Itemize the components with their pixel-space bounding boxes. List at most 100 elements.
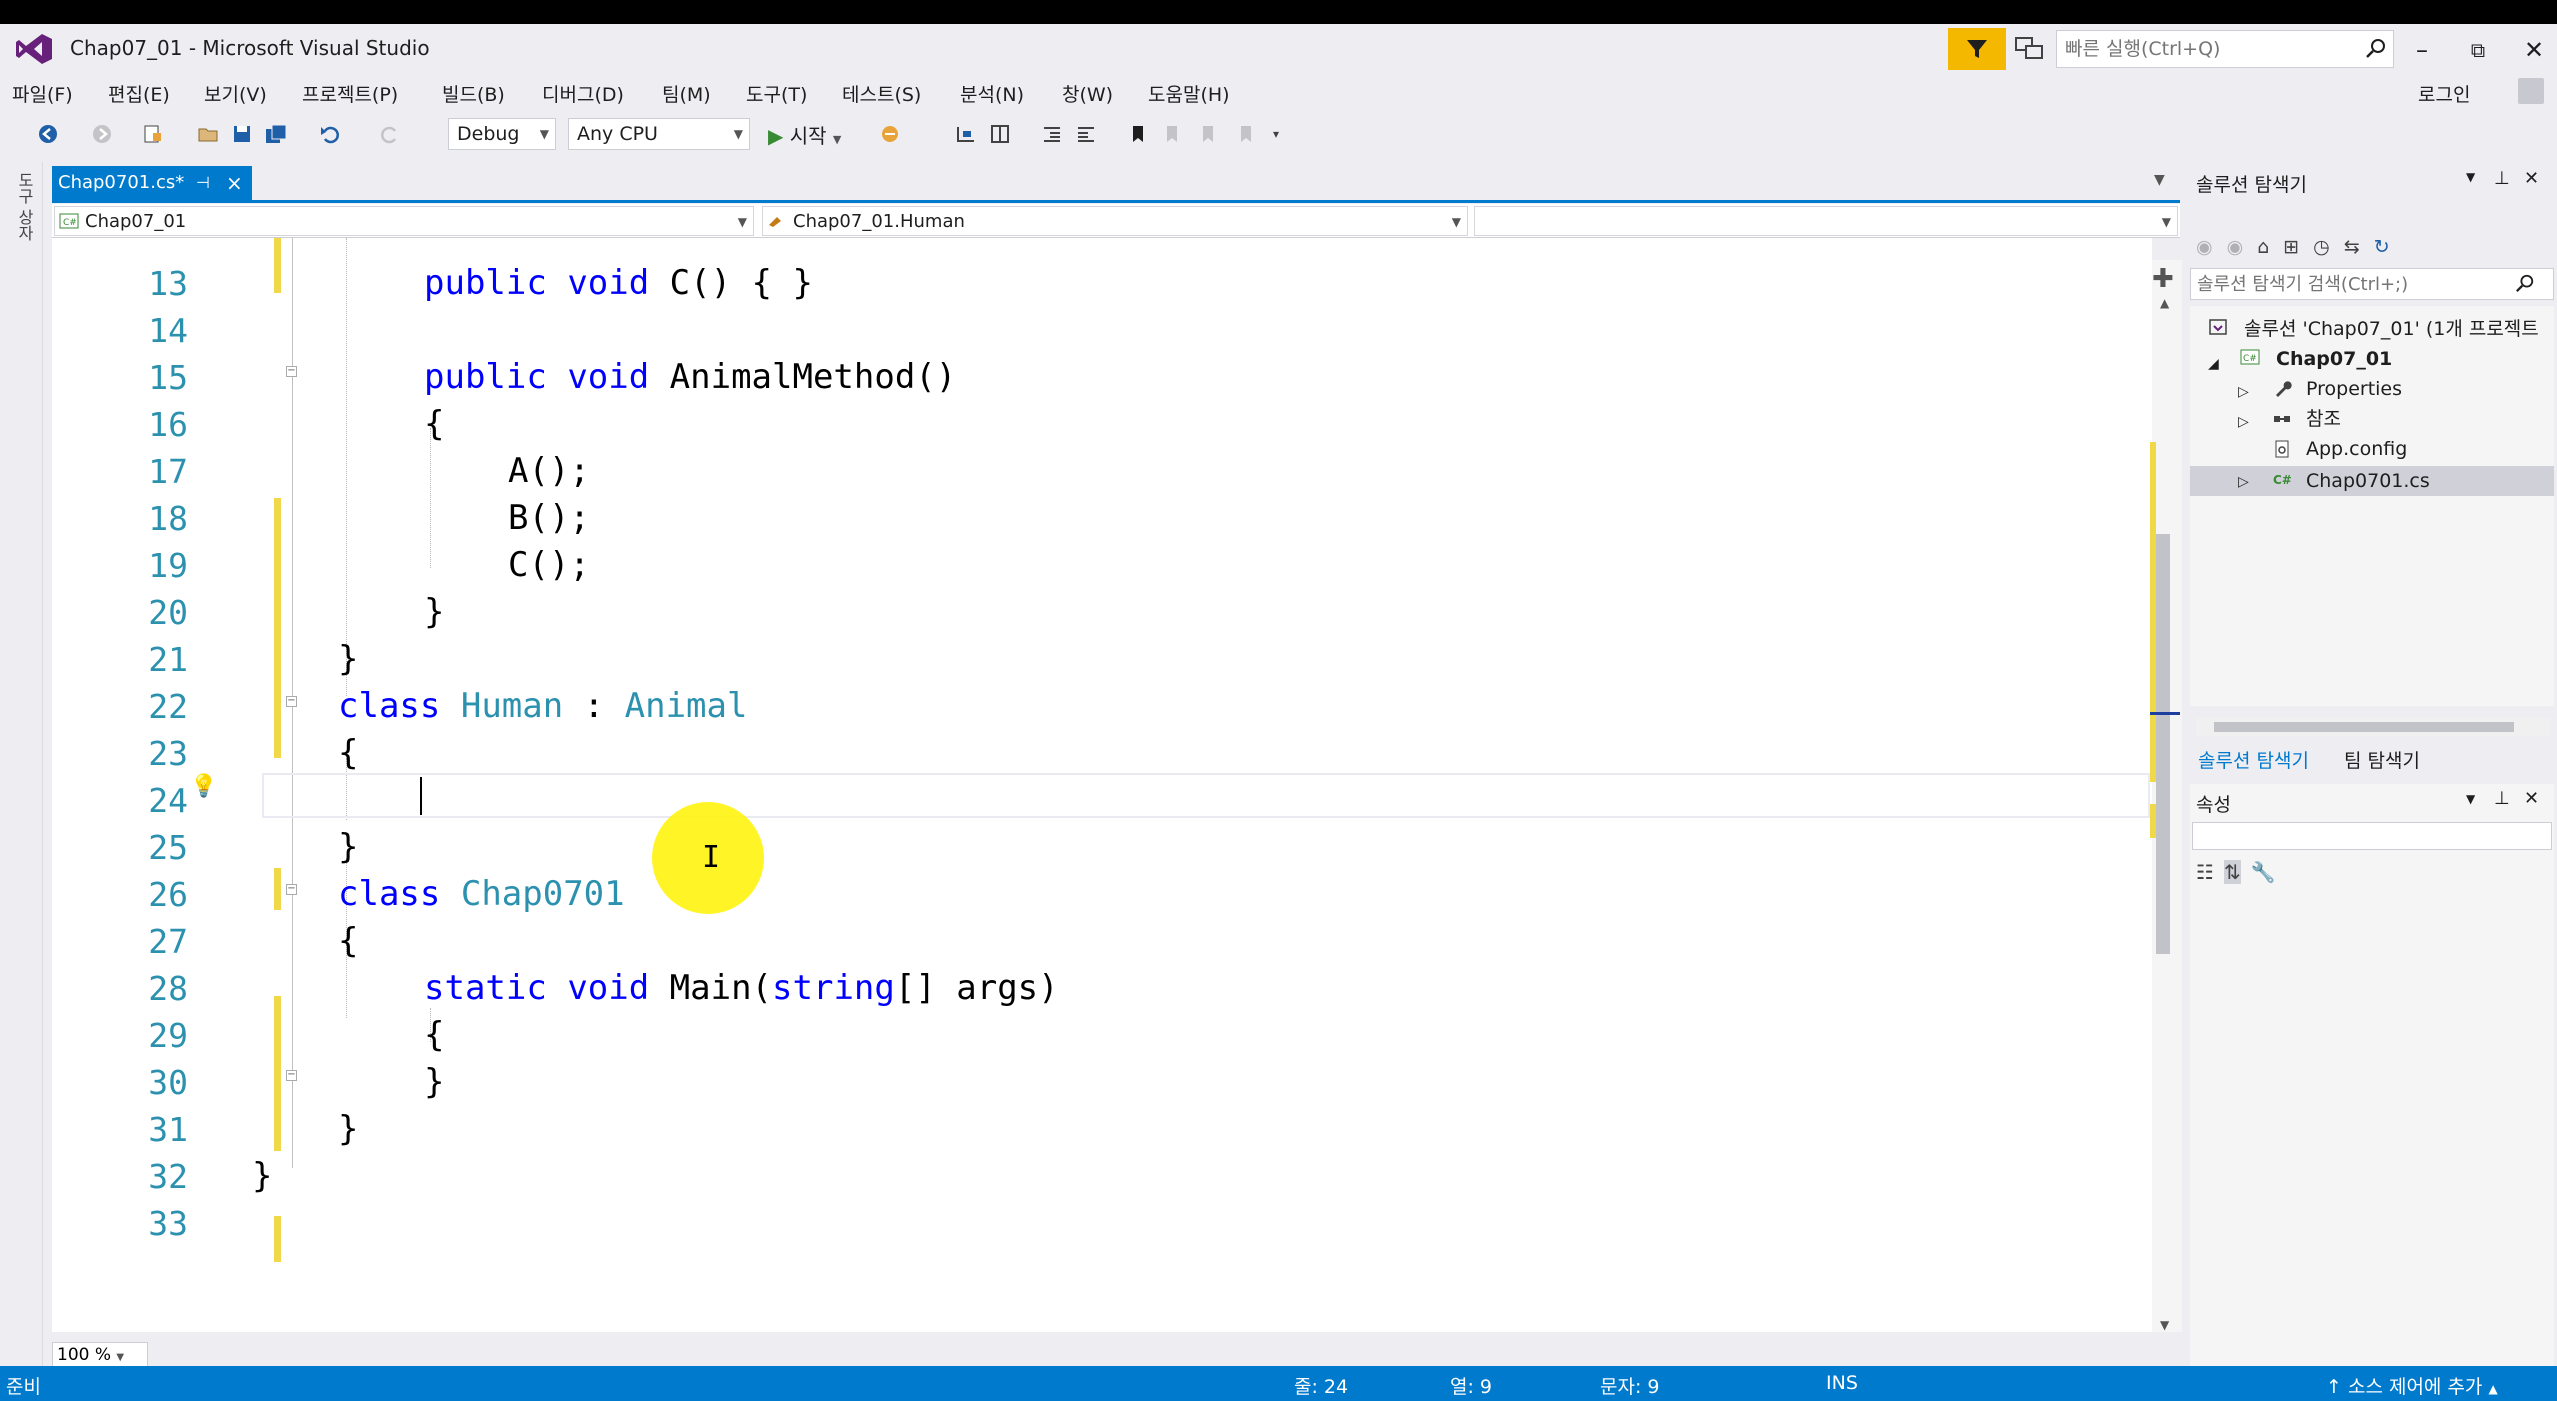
- lightbulb-icon[interactable]: 💡: [190, 774, 217, 799]
- pending-changes-icon[interactable]: ◷: [2313, 236, 2330, 258]
- menu-file[interactable]: 파일(F): [12, 80, 73, 107]
- toolbar-options-icon[interactable]: ▾: [1262, 120, 1290, 148]
- code-line: public void C() { }: [424, 263, 813, 303]
- open-file-icon[interactable]: [194, 120, 222, 148]
- close-panel-icon[interactable]: ✕: [2524, 788, 2539, 809]
- minimize-button[interactable]: –: [2402, 32, 2442, 68]
- solution-search-input[interactable]: [2191, 269, 2499, 299]
- step-icon[interactable]: [952, 120, 980, 148]
- project-dropdown[interactable]: C# Chap07_01 ▼: [54, 206, 754, 236]
- menu-debug[interactable]: 디버그(D): [542, 80, 624, 107]
- quick-launch-box[interactable]: [2056, 30, 2394, 68]
- indent-icon[interactable]: [1072, 120, 1100, 148]
- panel-menu-icon[interactable]: ▼: [2466, 792, 2475, 806]
- tab-solution-explorer[interactable]: 솔루션 탐색기: [2198, 746, 2309, 773]
- new-project-icon[interactable]: [138, 120, 166, 148]
- expand-icon[interactable]: ▷: [2238, 474, 2249, 490]
- property-pages-icon[interactable]: 🔧: [2251, 860, 2276, 884]
- close-window-button[interactable]: ✕: [2514, 32, 2554, 68]
- home-icon[interactable]: ⌂: [2257, 236, 2269, 258]
- tree-item-references[interactable]: 참조: [2306, 404, 2341, 434]
- save-all-icon[interactable]: [262, 120, 290, 148]
- prev-bookmark-icon[interactable]: [1158, 120, 1186, 148]
- forward-icon[interactable]: ◉: [2227, 236, 2244, 258]
- panel-menu-icon[interactable]: ▼: [2466, 170, 2475, 184]
- visual-studio-window: Chap07_01 - Microsoft Visual Studio – ⧉ …: [0, 24, 2557, 1401]
- navigate-forward-icon[interactable]: [88, 120, 116, 148]
- line-number: 22: [148, 687, 188, 726]
- expand-icon[interactable]: ◢: [2208, 356, 2219, 372]
- scrollbar-thumb[interactable]: [2214, 722, 2514, 732]
- clear-bookmarks-icon[interactable]: [1232, 120, 1260, 148]
- redo-icon[interactable]: [376, 120, 404, 148]
- alphabetical-icon[interactable]: ⇅: [2223, 860, 2241, 884]
- close-panel-icon[interactable]: ✕: [2524, 168, 2539, 189]
- scrollbar-thumb[interactable]: [2156, 534, 2170, 954]
- layout-icon[interactable]: [986, 120, 1014, 148]
- account-icon[interactable]: [2518, 78, 2544, 104]
- menu-team[interactable]: 팀(M): [662, 80, 711, 107]
- start-debugging-button[interactable]: ▶ 시작 ▼: [768, 120, 841, 149]
- toolbox-tab[interactable]: 도구 상자: [10, 172, 36, 272]
- pin-icon[interactable]: ⊥: [2494, 168, 2510, 189]
- type-dropdown[interactable]: Chap07_01.Human ▼: [762, 206, 1468, 236]
- restore-button[interactable]: ⧉: [2458, 32, 2498, 68]
- menu-project[interactable]: 프로젝트(P): [302, 80, 398, 107]
- menu-test[interactable]: 테스트(S): [842, 80, 921, 107]
- tree-item-project[interactable]: Chap07_01: [2276, 344, 2392, 374]
- properties-object-select[interactable]: [2192, 822, 2552, 850]
- member-dropdown[interactable]: ▼: [1474, 206, 2178, 236]
- switch-views-icon[interactable]: ⊞: [2283, 236, 2299, 258]
- outdent-icon[interactable]: [1038, 120, 1066, 148]
- zoom-select[interactable]: 100 % ▼: [52, 1342, 148, 1368]
- menu-window[interactable]: 창(W): [1062, 80, 1113, 107]
- close-tab-icon[interactable]: ×: [226, 166, 243, 200]
- menu-build[interactable]: 빌드(B): [442, 80, 505, 107]
- quick-launch-input[interactable]: [2057, 31, 2347, 67]
- browser-link-icon[interactable]: [876, 120, 904, 148]
- tree-item-chap0701-cs[interactable]: Chap0701.cs: [2306, 466, 2430, 496]
- pin-icon[interactable]: ⊥: [2494, 788, 2510, 809]
- scroll-up-icon[interactable]: ▲: [2160, 296, 2169, 310]
- collapse-icon[interactable]: −: [286, 1070, 297, 1081]
- categorized-icon[interactable]: ☷: [2196, 860, 2214, 884]
- editor-horizontal-scrollbar[interactable]: [150, 1342, 2152, 1368]
- save-icon[interactable]: [228, 120, 256, 148]
- collapse-icon[interactable]: −: [286, 884, 297, 895]
- collapse-icon[interactable]: −: [286, 366, 297, 377]
- arrow-up-icon: ↑: [2326, 1376, 2342, 1398]
- split-window-icon[interactable]: ✚: [2152, 264, 2174, 294]
- menu-help[interactable]: 도움말(H): [1148, 80, 1230, 107]
- solution-search-box[interactable]: [2190, 268, 2554, 300]
- expand-icon[interactable]: ▷: [2238, 414, 2249, 430]
- pin-icon[interactable]: ⊣: [196, 166, 210, 200]
- source-control-button[interactable]: ↑ 소스 제어에 추가 ▲: [2326, 1372, 2498, 1399]
- login-link[interactable]: 로그인: [2418, 80, 2470, 107]
- back-icon[interactable]: ◉: [2196, 236, 2213, 258]
- tree-item-properties[interactable]: Properties: [2306, 374, 2402, 404]
- code-line: }: [338, 1109, 359, 1149]
- menu-edit[interactable]: 편집(E): [108, 80, 170, 107]
- tab-chap0701-cs[interactable]: Chap0701.cs* ⊣ ×: [52, 166, 252, 200]
- notification-filter-button[interactable]: [1948, 28, 2006, 70]
- sync-icon[interactable]: ⇆: [2344, 236, 2360, 258]
- tree-item-app-config[interactable]: App.config: [2306, 434, 2407, 464]
- feedback-icon[interactable]: [2012, 32, 2046, 66]
- undo-icon[interactable]: [316, 120, 344, 148]
- navigate-back-icon[interactable]: [34, 120, 62, 148]
- scroll-down-icon[interactable]: ▼: [2160, 1318, 2169, 1332]
- refresh-icon[interactable]: ↻: [2374, 236, 2390, 258]
- bookmark-icon[interactable]: [1124, 120, 1152, 148]
- tab-overflow-icon[interactable]: ▼: [2154, 172, 2165, 188]
- menu-analyze[interactable]: 분석(N): [960, 80, 1024, 107]
- menu-tools[interactable]: 도구(T): [746, 80, 807, 107]
- expand-icon[interactable]: ▷: [2238, 384, 2249, 400]
- tab-team-explorer[interactable]: 팀 탐색기: [2344, 746, 2420, 773]
- tree-item-solution[interactable]: 솔루션 'Chap07_01' (1개 프로젝트: [2244, 314, 2539, 344]
- code-editor[interactable]: − − − − 💡: [52, 238, 2152, 1332]
- solution-configuration-select[interactable]: Debug ▼: [448, 118, 556, 150]
- menu-view[interactable]: 보기(V): [204, 80, 267, 107]
- solution-platform-select[interactable]: Any CPU ▼: [568, 118, 750, 150]
- collapse-icon[interactable]: −: [286, 696, 297, 707]
- next-bookmark-icon[interactable]: [1194, 120, 1222, 148]
